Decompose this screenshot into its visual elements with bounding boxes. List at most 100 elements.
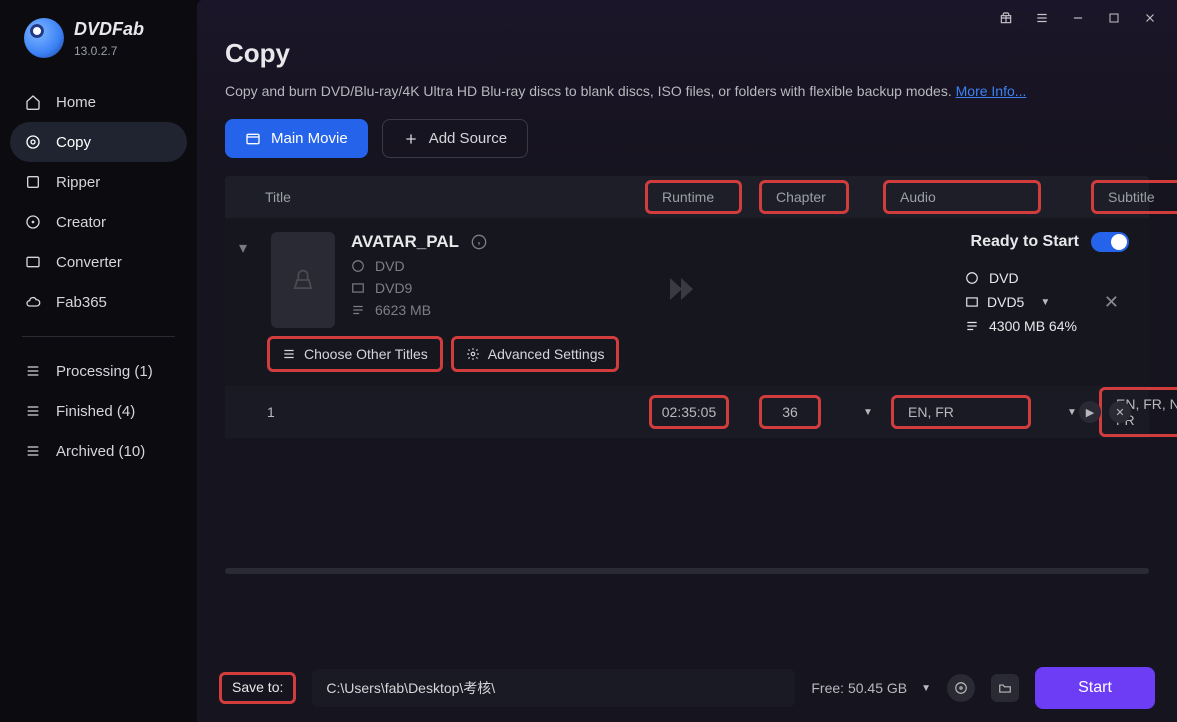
table-body: ▾ AVATAR_PAL DVD DVD9 6623 MB [225,218,1149,438]
col-audio: Audio [883,180,1041,214]
remove-title-button[interactable]: ✕ [1109,401,1131,423]
status-processing[interactable]: Processing (1) [10,351,187,391]
page-description: Copy and burn DVD/Blu-ray/4K Ultra HD Bl… [225,83,1149,99]
status-label: Finished (4) [56,403,135,420]
minimize-icon[interactable] [1071,11,1085,25]
main-panel: Copy Copy and burn DVD/Blu-ray/4K Ultra … [197,0,1177,722]
list-icon [24,442,42,460]
add-source-button[interactable]: Add Source [382,119,528,158]
list-icon [24,402,42,420]
col-chapter: Chapter [759,180,849,214]
row-actions: ▶ ✕ [1079,401,1131,423]
home-icon [24,93,42,111]
nav-label: Creator [56,214,106,231]
choose-other-titles-button[interactable]: Choose Other Titles [267,336,443,372]
save-path-input[interactable] [312,669,795,707]
disc-icon [289,266,317,294]
status-label: Processing (1) [56,363,153,380]
gear-icon [466,347,480,361]
format-icon [965,295,979,309]
converter-icon [24,253,42,271]
status-finished[interactable]: Finished (4) [10,391,187,431]
menu-icon[interactable] [1035,11,1049,25]
titles-table: Title Runtime Chapter Audio Subtitle ▾ A… [225,176,1149,438]
nav-list: Home Copy Ripper Creator Converter Fab36… [0,82,197,322]
source-thumbnail [271,232,335,328]
title-row[interactable]: 1 02:35:05 36 ▼ EN, FR ▼ EN, FR, NL, EN,… [225,386,1149,438]
sidebar: DVDFab 13.0.2.7 Home Copy Ripper Creator… [0,0,197,722]
iso-icon [351,259,365,273]
list-icon [24,362,42,380]
chevron-down-icon: ▼ [1040,297,1050,308]
remove-source-button[interactable]: ✕ [1104,292,1119,313]
arrow-icon [670,278,704,305]
plus-icon [403,131,419,147]
format-icon [351,281,365,295]
folder-output-button[interactable] [991,674,1019,702]
info-icon[interactable] [471,234,487,250]
size-icon [351,303,365,317]
page-title: Copy [225,38,1149,69]
col-runtime: Runtime [645,180,742,214]
status-label: Archived (10) [56,443,145,460]
app-logo-icon [24,18,64,58]
maximize-icon[interactable] [1107,11,1121,25]
app-version: 13.0.2.7 [74,44,144,58]
page-header: Copy Copy and burn DVD/Blu-ray/4K Ultra … [197,36,1177,119]
window-controls [197,0,1177,36]
table-header: Title Runtime Chapter Audio Subtitle [225,176,1149,218]
creator-icon [24,213,42,231]
source-actions: Choose Other Titles Advanced Settings [225,328,1149,386]
scrollbar[interactable] [225,568,1149,574]
close-icon[interactable] [1143,11,1157,25]
chevron-down-icon[interactable]: ▼ [921,683,931,694]
nav-copy[interactable]: Copy [10,122,187,162]
iso-icon [965,271,979,285]
app-logo-block: DVDFab 13.0.2.7 [0,18,197,82]
status-archived[interactable]: Archived (10) [10,431,187,471]
nav-ripper[interactable]: Ripper [10,162,187,202]
nav-fab365[interactable]: Fab365 [10,282,187,322]
movie-icon [245,131,261,147]
chevron-down-icon[interactable]: ▼ [1067,407,1077,418]
play-preview-button[interactable]: ▶ [1079,401,1101,423]
list-icon [282,347,296,361]
free-space-label: Free: 50.45 GB ▼ [811,680,931,696]
col-title: Title [265,189,390,205]
output-meta: DVD DVD5▼ 4300 MB 64% [965,270,1077,334]
save-to-label: Save to: [232,679,283,695]
ready-status: Ready to Start [971,232,1129,252]
title-runtime: 02:35:05 [649,395,729,429]
copy-icon [24,133,42,151]
footer-bar: Save to: Free: 50.45 GB ▼ Start [197,654,1177,722]
more-info-link[interactable]: More Info... [956,83,1027,99]
source-title: AVATAR_PAL [351,232,459,252]
source-row: ▾ AVATAR_PAL DVD DVD9 6623 MB [225,218,1149,328]
iso-output-button[interactable] [947,674,975,702]
nav-label: Copy [56,134,91,151]
nav-home[interactable]: Home [10,82,187,122]
nav-creator[interactable]: Creator [10,202,187,242]
cloud-icon [24,293,42,311]
chevron-down-icon[interactable]: ▼ [863,407,873,418]
expand-toggle[interactable]: ▾ [239,232,255,328]
enable-toggle[interactable] [1091,232,1129,252]
size-icon [965,319,979,333]
nav-label: Fab365 [56,294,107,311]
title-audio: EN, FR [891,395,1031,429]
nav-label: Converter [56,254,122,271]
nav-label: Home [56,94,96,111]
nav-label: Ripper [56,174,100,191]
output-format-select[interactable]: DVD5▼ [965,294,1077,310]
advanced-settings-button[interactable]: Advanced Settings [451,336,620,372]
app-brand: DVDFab [74,19,144,40]
ripper-icon [24,173,42,191]
main-movie-button[interactable]: Main Movie [225,119,368,158]
status-list: Processing (1) Finished (4) Archived (10… [0,351,197,471]
start-button[interactable]: Start [1035,667,1155,709]
ready-label: Ready to Start [971,233,1079,251]
sidebar-divider [22,336,175,337]
toolbar: Main Movie Add Source [197,119,1177,176]
gift-icon[interactable] [999,11,1013,25]
nav-converter[interactable]: Converter [10,242,187,282]
